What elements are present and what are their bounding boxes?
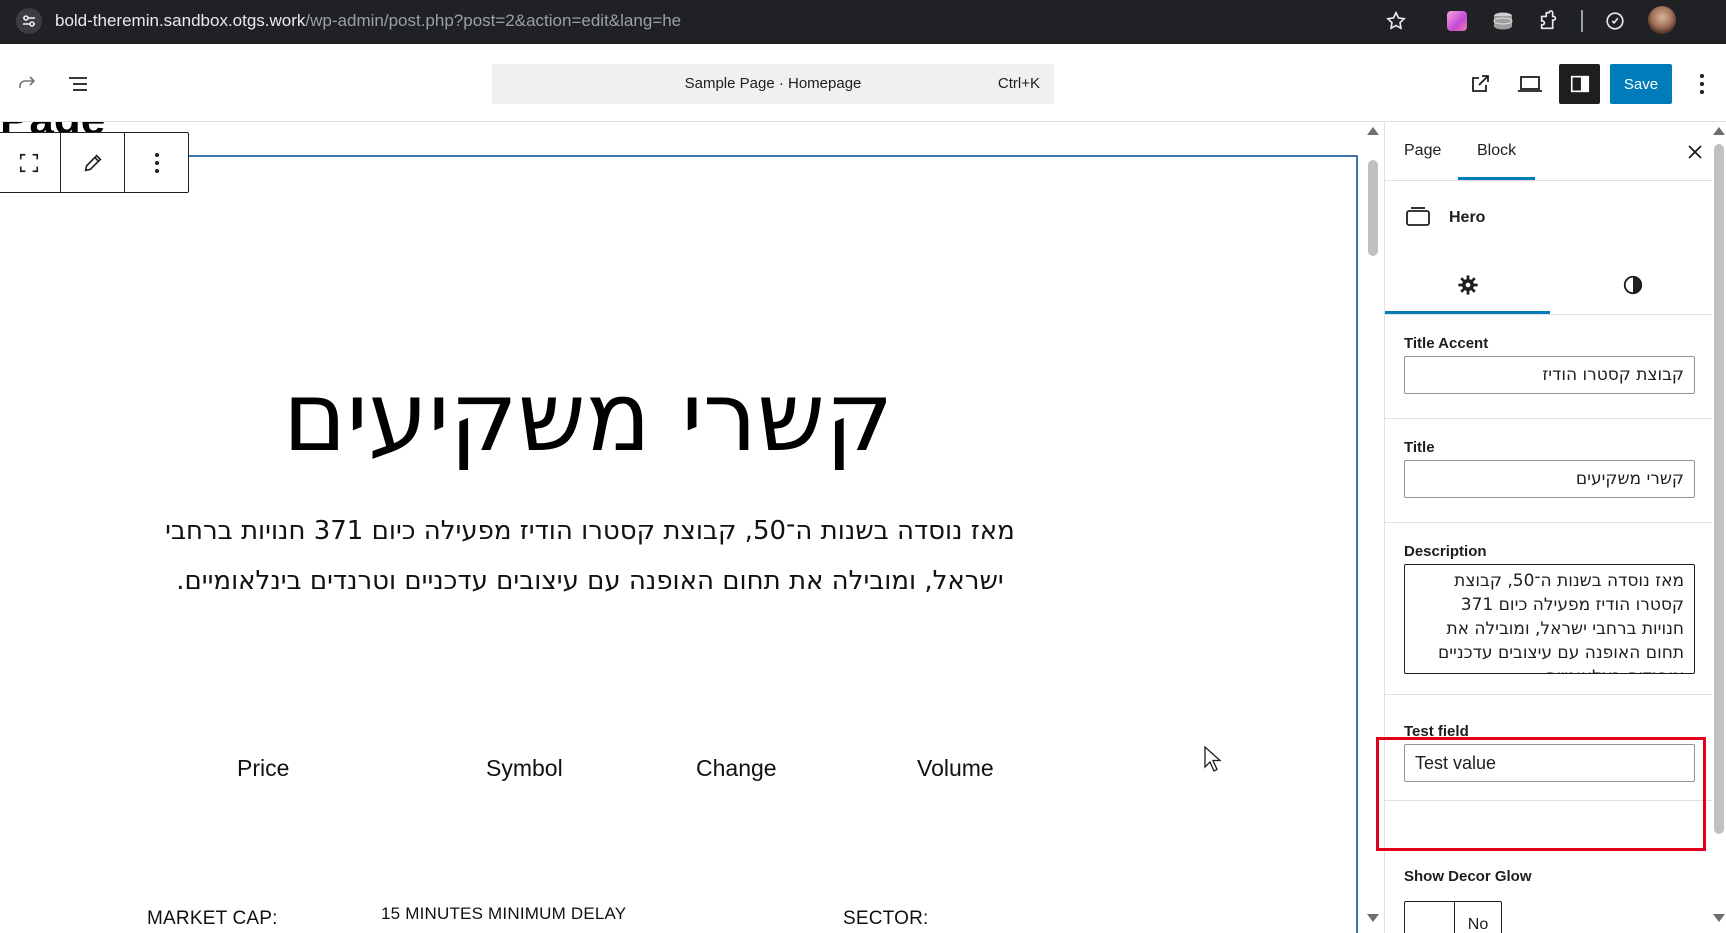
test-field-label: Test field xyxy=(1404,723,1469,740)
sidebar-tabs: Page Block xyxy=(1385,122,1726,181)
field-row-title: Title xyxy=(1385,418,1726,523)
settings-sidebar: Page Block Hero Title Accent Title Descr… xyxy=(1384,122,1726,933)
sidebar-scrollbar[interactable] xyxy=(1712,122,1726,933)
settings-gear-icon[interactable] xyxy=(1385,256,1550,314)
styles-contrast-icon[interactable] xyxy=(1550,256,1715,314)
more-vertical-icon[interactable] xyxy=(125,133,188,192)
sidebar-scroll-up-arrow[interactable] xyxy=(1713,127,1725,135)
url-path: /wp-admin/post.php?post=2&action=edit&la… xyxy=(305,11,682,30)
more-options-icon[interactable] xyxy=(1682,64,1722,104)
settings-sidebar-icon[interactable] xyxy=(1559,64,1600,104)
delay-notice: 15 MINUTES MINIMUM DELAY xyxy=(381,904,627,923)
mouse-cursor-icon xyxy=(1204,745,1222,777)
title-accent-label: Title Accent xyxy=(1404,335,1489,352)
block-inspector-tabs xyxy=(1385,256,1726,315)
stock-header-change: Change xyxy=(696,755,777,781)
fullscreen-icon[interactable] xyxy=(0,133,61,192)
pencil-icon[interactable] xyxy=(61,133,125,192)
database-icon[interactable] xyxy=(1490,8,1516,34)
title-label: Title xyxy=(1404,439,1435,456)
url-host: bold-theremin.sandbox.otgs.work xyxy=(55,11,306,30)
canvas-scrollbar[interactable] xyxy=(1364,122,1384,933)
block-name: Hero xyxy=(1449,209,1486,226)
redo-icon[interactable] xyxy=(8,64,48,104)
stock-header-symbol: Symbol xyxy=(486,755,563,781)
editor-canvas[interactable]: Page קשרי משקיעים מאז נוסדה בשנות ה־50, … xyxy=(0,122,1372,933)
sector-label: SECTOR: xyxy=(843,908,929,929)
hero-title[interactable]: קשרי משקיעים xyxy=(0,362,1176,472)
view-external-icon[interactable] xyxy=(1460,64,1500,104)
close-icon[interactable] xyxy=(1675,132,1715,172)
test-field-input[interactable] xyxy=(1404,744,1695,782)
sidebar-scroll-down-arrow[interactable] xyxy=(1713,914,1725,922)
toggle-value: No xyxy=(1467,916,1489,933)
field-row-title-accent: Title Accent xyxy=(1385,314,1726,419)
block-card: Hero xyxy=(1385,180,1726,256)
scroll-up-arrow[interactable] xyxy=(1367,127,1379,135)
hero-description[interactable]: מאז נוסדה בשנות ה־50, קבוצת קסטרו הודיז … xyxy=(140,506,1040,606)
stock-header-volume: Volume xyxy=(917,755,994,781)
field-row-description: Description מאז נוסדה בשנות ה־50, קבוצת … xyxy=(1385,522,1726,695)
sidebar-scroll-thumb[interactable] xyxy=(1714,144,1724,834)
document-title: Sample Page · Homepage xyxy=(684,75,862,92)
market-cap-label: MARKET CAP: xyxy=(147,908,278,929)
toggle-left-segment[interactable] xyxy=(1405,902,1455,933)
scroll-down-arrow[interactable] xyxy=(1367,914,1379,922)
show-decor-glow-label: Show Decor Glow xyxy=(1404,868,1532,885)
editor-header: Sample Page · Homepage Ctrl+K Save xyxy=(0,44,1726,122)
description-label: Description xyxy=(1404,543,1487,560)
hero-block-icon xyxy=(1405,206,1431,233)
title-accent-input[interactable] xyxy=(1404,356,1695,394)
browser-address-bar: bold-theremin.sandbox.otgs.work/wp-admin… xyxy=(0,0,1726,44)
show-decor-glow-toggle[interactable]: No xyxy=(1404,901,1502,933)
command-palette-bar[interactable]: Sample Page · Homepage Ctrl+K xyxy=(492,64,1054,104)
extension-gradient-icon[interactable] xyxy=(1444,8,1470,34)
refresh-shield-icon[interactable] xyxy=(1602,8,1628,34)
document-overview-icon[interactable] xyxy=(58,64,98,104)
tab-block[interactable]: Block xyxy=(1458,122,1535,180)
url-field[interactable]: bold-theremin.sandbox.otgs.work/wp-admin… xyxy=(55,8,681,34)
profile-avatar[interactable] xyxy=(1648,6,1676,34)
canvas-scroll-thumb[interactable] xyxy=(1368,160,1378,256)
device-preview-icon[interactable] xyxy=(1510,64,1550,104)
site-info-icon[interactable] xyxy=(16,8,42,34)
puzzle-icon[interactable] xyxy=(1536,8,1562,34)
title-input[interactable] xyxy=(1404,460,1695,498)
field-row-test-field: Test field xyxy=(1385,694,1726,801)
save-button[interactable]: Save xyxy=(1610,64,1672,104)
star-icon[interactable] xyxy=(1383,8,1409,34)
toolbar-divider xyxy=(1581,10,1583,32)
stock-header-price: Price xyxy=(237,755,290,781)
tab-page[interactable]: Page xyxy=(1385,122,1460,180)
description-textarea[interactable]: מאז נוסדה בשנות ה־50, קבוצת קסטרו הודיז … xyxy=(1404,564,1695,674)
block-toolbar xyxy=(0,132,189,193)
shortcut-hint: Ctrl+K xyxy=(997,75,1040,92)
